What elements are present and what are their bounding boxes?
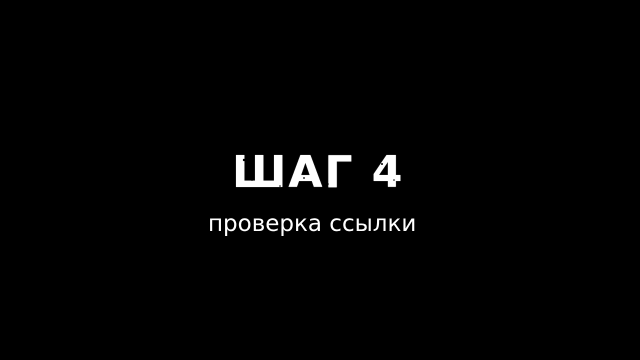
title-card: ШАГ 4 проверка ссылки [0, 0, 640, 360]
step-subtitle: проверка ссылки [208, 211, 417, 237]
step-title: ШАГ 4 [232, 147, 405, 198]
